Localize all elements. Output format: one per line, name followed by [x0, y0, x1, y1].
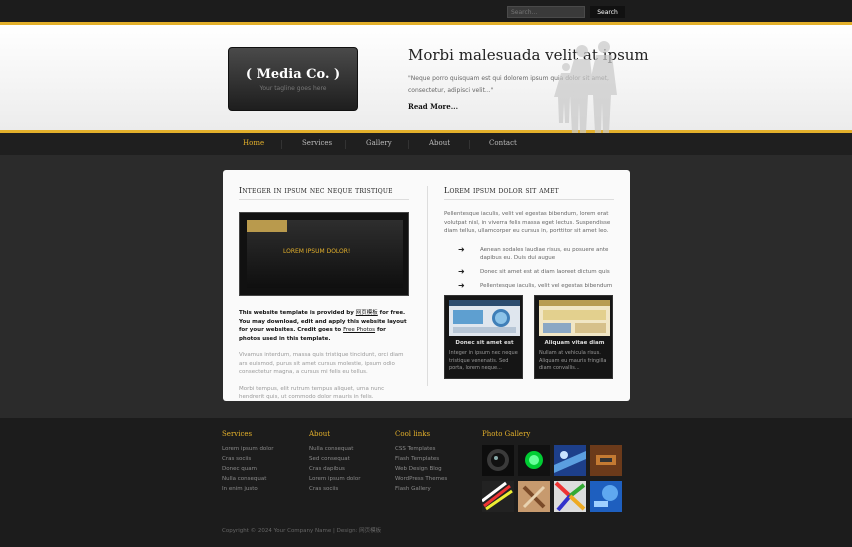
nav-divider — [469, 140, 470, 149]
footer-link[interactable]: Nulla consequat — [309, 444, 360, 454]
search-input[interactable] — [507, 6, 585, 18]
intro-paragraph: Pellentesque iaculis, velit vel egestas … — [444, 211, 611, 234]
copyright-text: Copyright © 2024 Your Company Name | Des… — [222, 528, 382, 534]
body-paragraph: Morbi tempus, elit rutrum tempus aliquet… — [239, 385, 385, 401]
bullet-list: ➜ Aenean sodales laudiae risus, eu posuer… — [444, 244, 614, 290]
free-photos-link[interactable]: Free Photos — [343, 327, 375, 333]
nav-about[interactable]: About — [429, 139, 450, 147]
arrow-icon: ➜ — [458, 244, 465, 254]
preview-heading: LOREM IPSUM DOLOR! — [283, 248, 351, 255]
gallery-thumb-camera-lens[interactable] — [482, 445, 514, 476]
footer-link[interactable]: Sed consequat — [309, 454, 360, 464]
footer-link[interactable]: Cras sociis — [222, 454, 273, 464]
footer-link[interactable]: Nulla consequat — [222, 474, 273, 484]
body-paragraph: Vivamus interdum, massa quis tristique t… — [239, 352, 404, 375]
credit-text-start: This website template is provided by — [239, 310, 356, 316]
footer-link[interactable]: Web Design Blog — [395, 464, 447, 474]
arrow-icon: ➜ — [458, 280, 465, 290]
card-text: Nullam at vehicula risus. Aliquam eu mau… — [539, 350, 607, 371]
list-item: ➜ Donec sit amet est at diam laoreet dict… — [458, 266, 614, 276]
footer-column-cool-links: Cool links CSS Templates Flash Templates… — [395, 430, 447, 494]
card-text: Integer in ipsum nec neque tristique ven… — [449, 350, 518, 371]
card-thumbnail-image — [539, 300, 610, 336]
footer-link[interactable]: Donec quam — [222, 464, 273, 474]
card-title: Aliquam vitae diam — [544, 340, 605, 346]
people-silhouette-image — [554, 41, 617, 133]
footer-link[interactable]: CSS Templates — [395, 444, 447, 454]
right-column: Lorem ipsum dolor sit amet Pellentesque … — [444, 186, 614, 296]
template-preview-image[interactable]: LOREM IPSUM DOLOR! — [239, 212, 409, 296]
footer-gallery-heading-wrap: Photo Gallery — [482, 430, 530, 444]
feature-card[interactable]: Donec sit amet est Integer in ipsum nec … — [444, 295, 523, 379]
left-heading: Integer in ipsum nec neque tristique — [239, 186, 409, 200]
list-item-text: Pellentesque iaculis, velit vel egestas … — [480, 282, 613, 289]
left-column: Integer in ipsum nec neque tristique LOR… — [239, 186, 409, 402]
gallery-thumb-green-light[interactable] — [518, 445, 550, 476]
search-button[interactable]: Search — [590, 6, 625, 18]
nav-divider — [281, 140, 282, 149]
preview-frame: LOREM IPSUM DOLOR! — [247, 220, 403, 288]
card-thumbnail-image — [449, 300, 520, 336]
column-divider — [427, 186, 428, 386]
gallery-heading: Photo Gallery — [482, 430, 531, 438]
logo-tagline: Your tagline goes here — [259, 85, 327, 92]
gallery-thumb-blue-tech[interactable] — [590, 481, 622, 512]
list-item: ➜ Aenean sodales laudiae risus, eu posuer… — [458, 244, 614, 262]
footer-link[interactable]: Flash Gallery — [395, 484, 447, 494]
gallery-thumb-circuit[interactable] — [590, 445, 622, 476]
gallery-thumb-tools[interactable] — [518, 481, 550, 512]
credit-link[interactable]: 网页模板 — [356, 310, 378, 316]
nav-contact[interactable]: Contact — [489, 139, 517, 147]
list-item-text: Donec sit amet est at diam laoreet dictu… — [480, 268, 610, 275]
footer-heading: Services — [222, 430, 253, 438]
content-panel: Integer in ipsum nec neque tristique LOR… — [223, 170, 630, 401]
footer-link[interactable]: Lorem ipsum dolor — [222, 444, 273, 454]
gallery-thumb-cables[interactable] — [482, 481, 514, 512]
feature-cards: Donec sit amet est Integer in ipsum nec … — [444, 295, 614, 379]
logo-title: ( Media Co. ) — [245, 67, 341, 82]
footer-link[interactable]: In enim justo — [222, 484, 273, 494]
top-bar: Search — [0, 0, 852, 22]
right-heading: Lorem ipsum dolor sit amet — [444, 186, 614, 200]
list-item: ➜ Pellentesque iaculis, velit vel egestas… — [458, 280, 614, 290]
list-item-text: Aenean sodales laudiae risus, eu posuere… — [480, 246, 609, 261]
arrow-icon: ➜ — [458, 266, 465, 276]
footer-link[interactable]: Cras dapibus — [309, 464, 360, 474]
main-nav: Home Services Gallery About Contact — [0, 133, 852, 155]
nav-divider — [408, 140, 409, 149]
footer-link[interactable]: Flash Templates — [395, 454, 447, 464]
footer-column-about: About Nulla consequat Sed consequat Cras… — [309, 430, 360, 494]
footer-column-services: Services Lorem ipsum dolor Cras sociis D… — [222, 430, 273, 494]
card-title: Donec sit amet est — [455, 340, 514, 346]
nav-home[interactable]: Home — [243, 139, 264, 147]
gallery-thumb-pencils[interactable] — [554, 481, 586, 512]
credit-paragraph: This website template is provided by 网页模… — [239, 309, 409, 343]
feature-card[interactable]: Aliquam vitae diam Nullam at vehicula ri… — [534, 295, 613, 379]
footer-heading: Cool links — [395, 430, 431, 438]
gallery-thumb-blue-abstract[interactable] — [554, 445, 586, 476]
nav-services[interactable]: Services — [302, 139, 332, 147]
footer-link[interactable]: Cras sociis — [309, 484, 360, 494]
nav-gallery[interactable]: Gallery — [366, 139, 392, 147]
read-more-link[interactable]: Read More... — [408, 102, 458, 111]
nav-divider — [345, 140, 346, 149]
site-header: ( Media Co. ) Your tagline goes here Mor… — [0, 22, 852, 133]
logo[interactable]: ( Media Co. ) Your tagline goes here — [228, 47, 358, 111]
footer-link[interactable]: WordPress Themes — [395, 474, 447, 484]
footer-heading: About — [309, 430, 331, 438]
preview-logo — [247, 220, 287, 232]
footer-link[interactable]: Lorem ipsum dolor — [309, 474, 360, 484]
